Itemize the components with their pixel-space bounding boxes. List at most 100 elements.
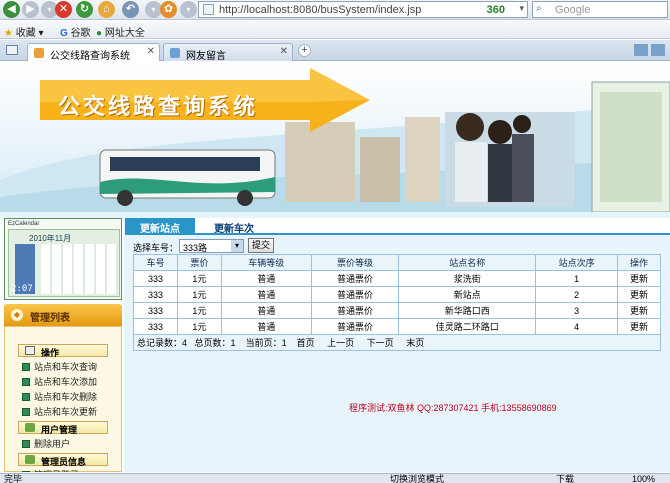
tab-bus-query[interactable]: 公交线路查询系统 ✕ (27, 43, 160, 62)
update-link[interactable]: 更新 (617, 286, 661, 303)
menu-item-admin-login[interactable]: 管理员登录 (22, 468, 79, 472)
admin-icon (25, 455, 35, 464)
sidebar: EzCalendar 2010年11月 2:07 ◆ 管理列表 操作 站点和车次… (0, 218, 124, 472)
update-link[interactable]: 更新 (617, 302, 661, 319)
cell-station-order: 1 (535, 270, 619, 287)
google-icon: G (60, 28, 68, 39)
cell-station-name: 浆洗街 (398, 270, 537, 287)
prev-page-link[interactable]: 上一页 (327, 338, 354, 348)
tab-update-station[interactable]: 更新站点 (125, 218, 195, 235)
update-link[interactable]: 更新 (617, 318, 661, 335)
cell-vehicle-class: 普通 (220, 318, 312, 335)
content-nav: 更新站点 更新车次 (125, 218, 670, 235)
total-records: 总记录数：4 (137, 338, 188, 348)
panel-icon: ◆ (11, 309, 23, 321)
search-icon[interactable]: ⌕ (536, 3, 542, 14)
column-header: 车辆等级 (220, 254, 312, 271)
update-link[interactable]: 更新 (617, 270, 661, 287)
menu-section-users[interactable]: 用户管理 (18, 421, 108, 435)
zoom-level[interactable]: 100% (632, 474, 655, 483)
back-icon[interactable]: ◀ (3, 1, 20, 18)
calendar-body: 2010年11月 2:07 (8, 229, 120, 297)
globe-icon: ● (96, 28, 103, 39)
first-page-link[interactable]: 首页 (297, 338, 315, 348)
security-badge: 360 (486, 4, 505, 16)
table-row: 333 1元 普通 普通票价 新华路口西 3 更新 (133, 302, 661, 319)
menu-item-add[interactable]: 站点和车次添加 (22, 375, 97, 388)
menu-item-delete-user[interactable]: 删除用户 (22, 437, 70, 450)
menu-item-update[interactable]: 站点和车次更新 (22, 405, 97, 418)
chevron-down-icon: ▾ (231, 240, 243, 252)
menu-item-delete[interactable]: 站点和车次删除 (22, 390, 97, 403)
downloads-button[interactable]: 下载 (556, 474, 574, 483)
menu-item-query[interactable]: 站点和车次查询 (22, 360, 97, 373)
cell-fare-class: 普通票价 (310, 286, 400, 303)
submit-button[interactable]: 提交 (248, 238, 274, 253)
cell-fare-class: 普通票价 (310, 302, 400, 319)
address-bar[interactable]: http://localhost:8080/busSystem/index.js… (198, 1, 528, 18)
web-page: 公交线路查询系统 EzCalendar 2010年11月 2:07 ◆ 管理列表… (0, 62, 670, 472)
route-select[interactable]: 333路 ▾ (179, 239, 244, 253)
cell-fare: 1元 (176, 270, 222, 287)
tab-menu-icon[interactable] (634, 44, 648, 56)
footer-note: 程序测试:双鱼林 QQ:287307421 手机:13558690869 (349, 403, 557, 413)
favorites-button[interactable]: ★ 收藏 ▾ (4, 24, 44, 39)
cell-fare: 1元 (176, 286, 222, 303)
panel-title: 管理列表 (30, 313, 70, 324)
menu-section-operations[interactable]: 操作 (18, 344, 108, 358)
cell-bus-number: 333 (133, 318, 178, 335)
cell-station-name: 新站点 (398, 286, 537, 303)
pagination-row: 总记录数：4 总页数：1 当前页：1 首页 上一页 下一页 末页 (133, 334, 661, 351)
favorite-link-google[interactable]: G 谷歌 (60, 24, 91, 39)
chevron-down-icon[interactable]: ▾ (519, 3, 524, 14)
header-banner: 公交线路查询系统 (0, 62, 670, 212)
close-icon[interactable]: ✕ (147, 46, 155, 57)
new-tab-icon[interactable]: + (298, 44, 311, 57)
undo-icon[interactable]: ↶ (122, 1, 139, 18)
panel-header: ◆ 管理列表 (4, 304, 122, 326)
cell-station-order: 3 (535, 302, 619, 319)
table-header-row: 车号 票价 车辆等级 票价等级 站点名称 站点次序 操作 (133, 254, 661, 271)
last-page-link[interactable]: 末页 (406, 338, 424, 348)
stop-icon[interactable]: ✕ (55, 1, 72, 18)
status-text: 完毕 (4, 474, 23, 483)
browse-mode-toggle[interactable]: 切换浏览模式 (390, 474, 444, 483)
forward-icon[interactable]: ▶ (22, 1, 39, 18)
star-icon: ★ (4, 28, 13, 39)
cell-station-order: 2 (535, 286, 619, 303)
column-header: 站点名称 (398, 254, 537, 271)
close-icon[interactable]: ✕ (280, 46, 288, 57)
tab-update-route[interactable]: 更新车次 (199, 218, 269, 235)
column-header: 票价 (176, 254, 222, 271)
browser-tab-bar: 公交线路查询系统 ✕ 网友留言 ✕ + (0, 40, 670, 62)
refresh-icon[interactable]: ↻ (76, 1, 93, 18)
next-page-link[interactable]: 下一页 (367, 338, 394, 348)
column-header: 操作 (617, 254, 661, 271)
tab-menu-icon[interactable] (651, 44, 665, 56)
cell-vehicle-class: 普通 (220, 286, 312, 303)
cell-bus-number: 333 (133, 302, 178, 319)
home-icon[interactable]: ⌂ (98, 1, 115, 18)
cell-fare-class: 普通票价 (310, 270, 400, 287)
tab-list-icon[interactable] (6, 45, 18, 55)
banner-illustration (0, 68, 670, 212)
calendar-caption: 2010年11月 (29, 234, 72, 243)
results-table: 车号 票价 车辆等级 票价等级 站点名称 站点次序 操作 333 1元 普通 普… (133, 254, 661, 351)
chevron-down-icon[interactable]: ▾ (180, 1, 197, 18)
tab-guestbook[interactable]: 网友留言 ✕ (163, 43, 293, 62)
page-icon (203, 4, 214, 15)
browser-toolbar: ◀ ▶ ▾ ✕ ↻ ⌂ ↶ ▾ ✿ ▾ http://localhost:808… (0, 0, 670, 20)
favorite-link-directory[interactable]: ● 网址大全 (96, 24, 145, 39)
table-row: 333 1元 普通 普通票价 浆洗街 1 更新 (133, 270, 661, 287)
address-url: http://localhost:8080/busSystem/index.js… (219, 4, 422, 16)
current-page: 当前页：1 (245, 338, 287, 348)
menu-section-admin[interactable]: 管理员信息 (18, 453, 108, 467)
page-icon (170, 48, 180, 58)
calendar-grid (41, 244, 117, 294)
table-row: 333 1元 普通 普通票价 佳灵路二环路口 4 更新 (133, 318, 661, 335)
column-header: 站点次序 (535, 254, 619, 271)
search-input[interactable]: Google (532, 1, 668, 18)
calendar-brand: EzCalendar (8, 221, 40, 227)
paw-icon[interactable]: ✿ (160, 1, 177, 18)
cell-station-order: 4 (535, 318, 619, 335)
